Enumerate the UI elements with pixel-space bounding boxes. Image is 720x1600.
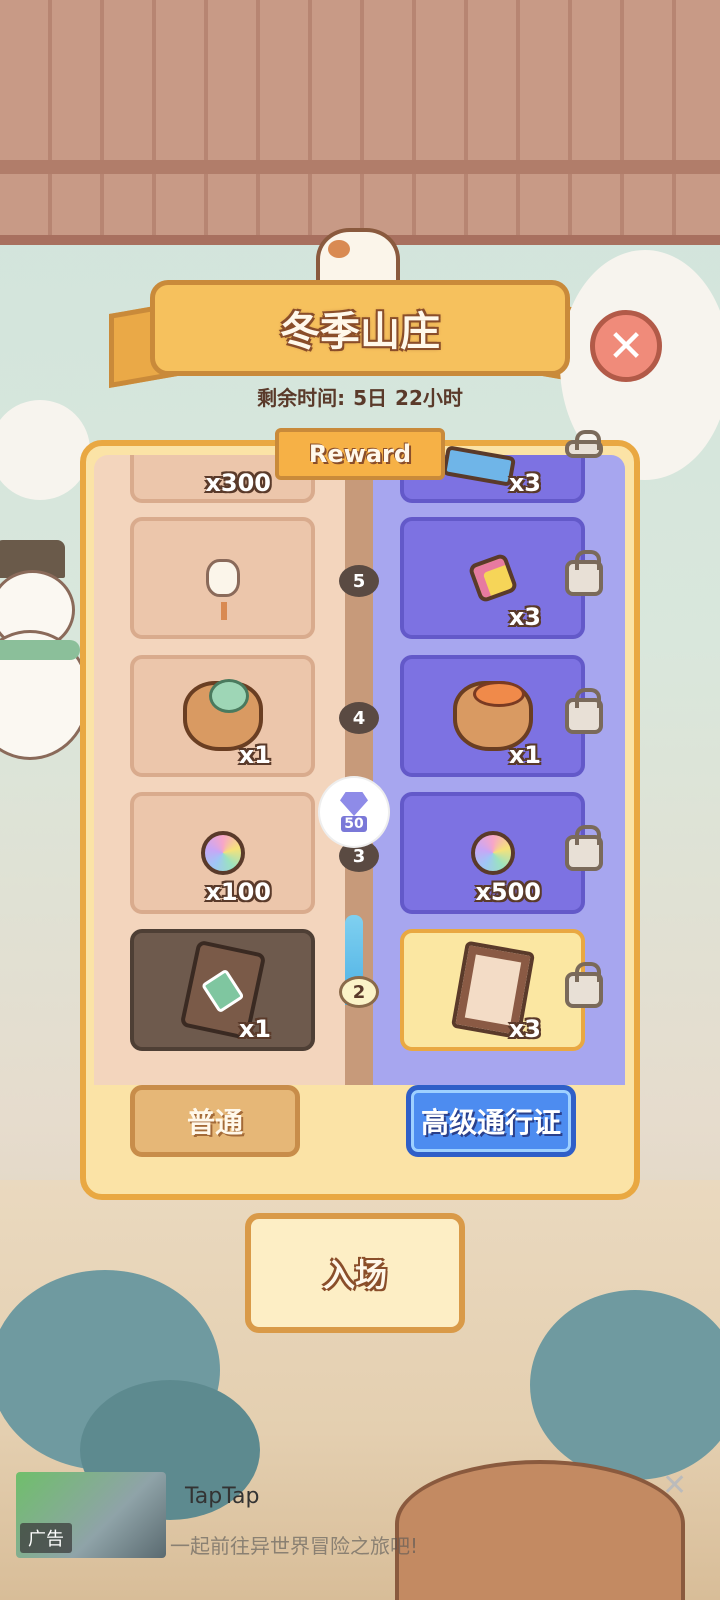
free-reward-tile[interactable]: x100	[130, 792, 315, 914]
free-reward-tile[interactable]	[130, 517, 315, 639]
premium-reward-tile[interactable]: x1	[400, 655, 585, 777]
free-reward-tile[interactable]: x1	[130, 929, 315, 1051]
level-node: 5	[339, 565, 379, 597]
title-banner: 冬季山庄	[150, 280, 570, 376]
gem-icon	[340, 792, 368, 816]
ad-close-icon[interactable]: ✕	[662, 1468, 687, 1503]
reward-quantity: x3	[508, 1015, 541, 1043]
reward-quantity: x3	[508, 469, 541, 497]
free-reward-tile[interactable]: x1	[130, 655, 315, 777]
ad-badge: 广告	[20, 1523, 72, 1553]
premium-reward-tile[interactable]: x3	[400, 517, 585, 639]
premium-reward-tile[interactable]: x500	[400, 792, 585, 914]
cat-doll-icon	[183, 538, 263, 620]
remaining-time: 剩余时间: 5日 22小时	[240, 378, 480, 414]
ad-description[interactable]: 一起前往异世界冒险之旅吧!	[170, 1530, 418, 1559]
remaining-time-label: 剩余时间:	[257, 385, 346, 410]
page-title: 冬季山庄	[280, 309, 440, 355]
reward-quantity: x100	[205, 878, 271, 906]
reward-quantity: x500	[475, 878, 541, 906]
reward-tag: Reward	[275, 428, 445, 480]
gem-cost-badge[interactable]: 50	[320, 778, 388, 846]
ad-banner[interactable]: 广告 TapTap 一起前往异世界冒险之旅吧! ✕	[0, 1460, 720, 1600]
close-icon: ✕	[607, 320, 645, 372]
ad-title[interactable]: TapTap	[185, 1484, 260, 1509]
level-node: 4	[339, 702, 379, 734]
snow-tree-decoration	[0, 400, 90, 500]
normal-tab-button[interactable]: 普通	[130, 1085, 300, 1157]
premium-pass-button[interactable]: 高级通行证	[406, 1085, 576, 1157]
lock-icon	[565, 825, 603, 871]
lock-icon	[565, 688, 603, 734]
reward-quantity: x1	[238, 1015, 271, 1043]
lock-icon	[565, 430, 603, 458]
reward-quantity: x1	[508, 741, 541, 769]
lock-icon	[565, 962, 603, 1008]
reward-quantity: x3	[508, 603, 541, 631]
lock-icon	[565, 550, 603, 596]
gem-cost-value: 50	[341, 816, 367, 832]
level-node: 2	[339, 976, 379, 1008]
close-button[interactable]: ✕	[590, 310, 662, 382]
reward-quantity: x300	[205, 469, 271, 497]
enter-button[interactable]: 入场	[245, 1213, 465, 1333]
reward-quantity: x1	[238, 741, 271, 769]
fence-background	[0, 0, 720, 245]
remaining-days: 5日	[353, 385, 388, 410]
premium-reward-tile[interactable]: x3	[400, 929, 585, 1051]
remaining-hours: 22小时	[395, 385, 463, 410]
